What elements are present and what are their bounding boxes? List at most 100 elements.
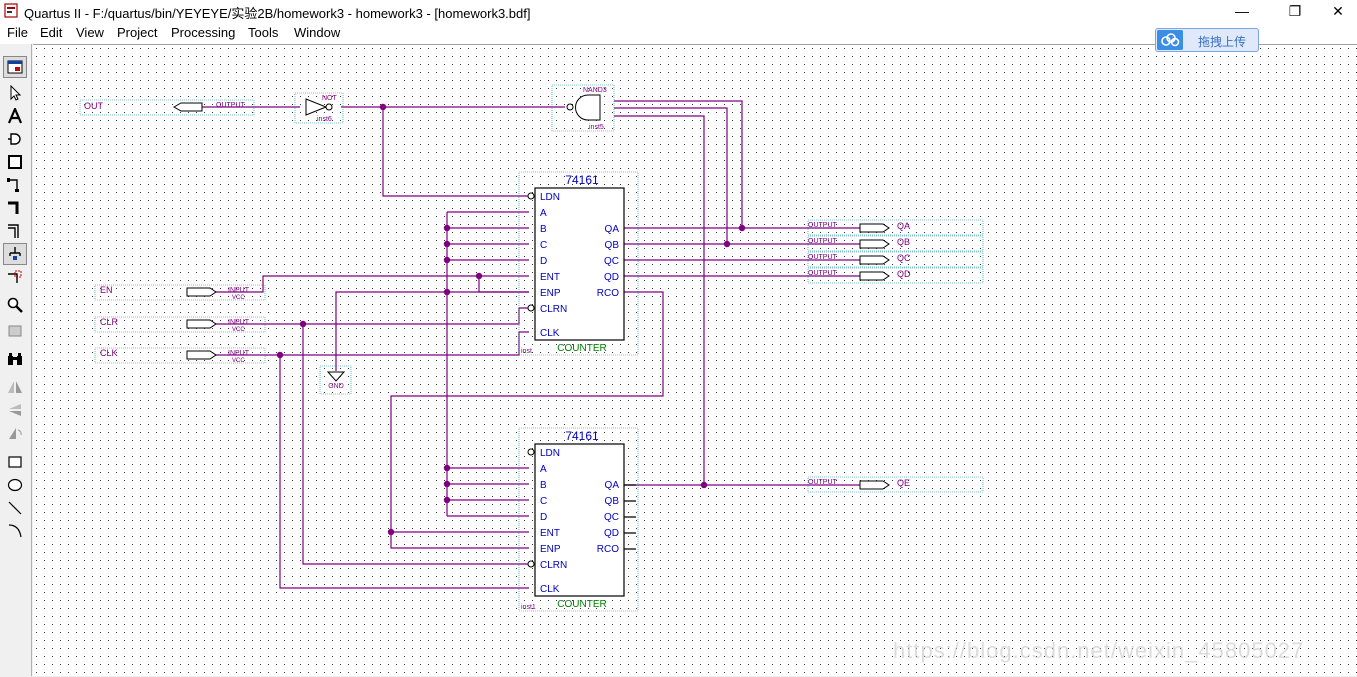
rectangle-icon[interactable]	[3, 451, 27, 473]
counter1-part: 74161	[565, 173, 599, 187]
pin-kind-qe: OUTPUT	[808, 479, 838, 486]
flip-horizontal-icon[interactable]	[3, 376, 27, 398]
pin-default-clk: VCC	[232, 358, 245, 364]
block-icon[interactable]	[3, 151, 27, 173]
pin-kind-qc: OUTPUT	[808, 254, 838, 261]
rubberbanding-icon[interactable]	[3, 243, 27, 265]
pin-kind-qd: OUTPUT	[808, 270, 838, 277]
counter2-part: 74161	[565, 429, 599, 443]
counter1-pin-qd: QD	[604, 272, 619, 283]
csdn-watermark: https://blog.csdn.net/weixin_45805027	[893, 638, 1305, 663]
menu-view[interactable]: View	[76, 25, 104, 40]
pin-name-qb: QB	[897, 237, 910, 247]
pin-name-clk: CLK	[100, 348, 118, 358]
window-icon[interactable]	[3, 56, 27, 78]
fullscreen-icon[interactable]	[3, 320, 27, 342]
counter2-pin-rco: RCO	[597, 544, 619, 555]
find-icon[interactable]	[3, 348, 27, 370]
text-icon[interactable]	[3, 105, 27, 127]
menu-bar: File Edit View Project Processing Tools …	[0, 22, 1357, 44]
minimize-button[interactable]: —	[1219, 0, 1265, 22]
menu-file[interactable]: File	[7, 25, 28, 40]
nand-gate-type: NAND3	[583, 87, 607, 94]
pin-kind-en: INPUT	[228, 287, 250, 294]
pin-name-qa: QA	[897, 221, 910, 231]
gnd-label: GND	[328, 383, 344, 390]
menu-tools[interactable]: Tools	[248, 25, 278, 40]
window-title: Quartus II - F:/quartus/bin/YEYEYE/实验2B/…	[24, 6, 531, 21]
title-bar: Quartus II - F:/quartus/bin/YEYEYE/实验2B/…	[0, 0, 1357, 22]
rotate-icon[interactable]	[3, 422, 27, 444]
orthogonal-conduit-icon[interactable]	[3, 220, 27, 242]
counter2-pin-c: C	[540, 496, 547, 507]
counter1-inst: inst	[521, 348, 532, 355]
orthogonal-bus-icon[interactable]	[3, 197, 27, 219]
counter1-pin-b: B	[540, 224, 547, 235]
quartus-app-icon[interactable]	[4, 3, 18, 18]
close-button[interactable]: ✕	[1315, 0, 1357, 22]
not-gate-type: NOT	[322, 95, 338, 102]
pin-kind-clr: INPUT	[228, 319, 250, 326]
counter2-pin-ent: ENT	[540, 528, 560, 539]
counter1-pin-d: D	[540, 256, 547, 267]
counter1-pin-clk: CLK	[540, 328, 560, 339]
counter1-pin-qb: QB	[605, 240, 620, 251]
orthogonal-node-icon[interactable]	[3, 174, 27, 196]
counter1-pin-qc: QC	[604, 256, 619, 267]
oval-icon[interactable]	[3, 474, 27, 496]
counter2-pin-clk: CLK	[540, 584, 560, 595]
pointer-icon[interactable]	[3, 82, 27, 104]
partial-line-select-icon[interactable]	[3, 266, 27, 288]
pin-name-clr: CLR	[100, 317, 119, 327]
not-gate-inst: inst6	[317, 116, 332, 123]
menu-processing[interactable]: Processing	[171, 25, 235, 40]
counter-74161-inst[interactable]: 74161 COUNTER inst LDN A B C D ENT ENP C…	[518, 171, 639, 356]
counter2-pin-ldn: LDN	[540, 448, 560, 459]
pin-name-qe: QE	[897, 478, 910, 488]
counter2-pin-qd: QD	[604, 528, 619, 539]
line-icon[interactable]	[3, 497, 27, 519]
counter2-pin-qa: QA	[605, 480, 620, 491]
counter1-func: COUNTER	[557, 343, 606, 354]
symbol-icon[interactable]	[3, 128, 27, 150]
counter1-pin-ldn: LDN	[540, 192, 560, 203]
cloud-icon	[1157, 30, 1183, 50]
counter2-pin-enp: ENP	[540, 544, 561, 555]
flip-vertical-icon[interactable]	[3, 399, 27, 421]
schematic-canvas[interactable]: OUT OUTPUT NOT inst6 NAND3 inst5 74161 C…	[33, 44, 1357, 677]
counter1-pin-ent: ENT	[540, 272, 560, 283]
pin-default-clr: VCC	[232, 327, 245, 333]
maximize-button[interactable]: ❐	[1272, 0, 1318, 22]
upload-button[interactable]: 拖拽上传	[1155, 28, 1259, 52]
counter1-pin-rco: RCO	[597, 288, 619, 299]
counter2-pin-clrn: CLRN	[540, 560, 567, 571]
pin-default-en: VCC	[232, 295, 245, 301]
counter1-pin-c: C	[540, 240, 547, 251]
counter2-pin-a: A	[540, 464, 547, 475]
menu-project[interactable]: Project	[117, 25, 157, 40]
nand-gate-inst: inst5	[589, 124, 604, 131]
upload-button-label: 拖拽上传	[1198, 35, 1247, 49]
pin-kind-out: OUTPUT	[216, 102, 246, 109]
counter2-pin-qc: QC	[604, 512, 619, 523]
counter2-func: COUNTER	[557, 599, 606, 610]
pin-kind-qa: OUTPUT	[808, 222, 838, 229]
pin-name-en: EN	[100, 285, 113, 295]
pin-name-qd: QD	[897, 269, 911, 279]
pin-name-out: OUT	[84, 101, 104, 111]
block-editor-toolbar	[0, 44, 32, 676]
zoom-icon[interactable]	[3, 294, 27, 316]
counter1-pin-enp: ENP	[540, 288, 561, 299]
pin-kind-qb: OUTPUT	[808, 238, 838, 245]
counter-74161-inst1[interactable]: 74161 COUNTER inst1 LDN A B C D ENT ENP …	[518, 427, 639, 612]
menu-edit[interactable]: Edit	[40, 25, 62, 40]
counter2-pin-qb: QB	[605, 496, 620, 507]
pin-name-qc: QC	[897, 253, 911, 263]
counter2-inst: inst1	[521, 604, 536, 611]
counter2-pin-d: D	[540, 512, 547, 523]
counter1-pin-qa: QA	[605, 224, 620, 235]
counter1-pin-clrn: CLRN	[540, 304, 567, 315]
arc-icon[interactable]	[3, 520, 27, 542]
menu-window[interactable]: Window	[294, 25, 340, 40]
counter1-pin-a: A	[540, 208, 547, 219]
